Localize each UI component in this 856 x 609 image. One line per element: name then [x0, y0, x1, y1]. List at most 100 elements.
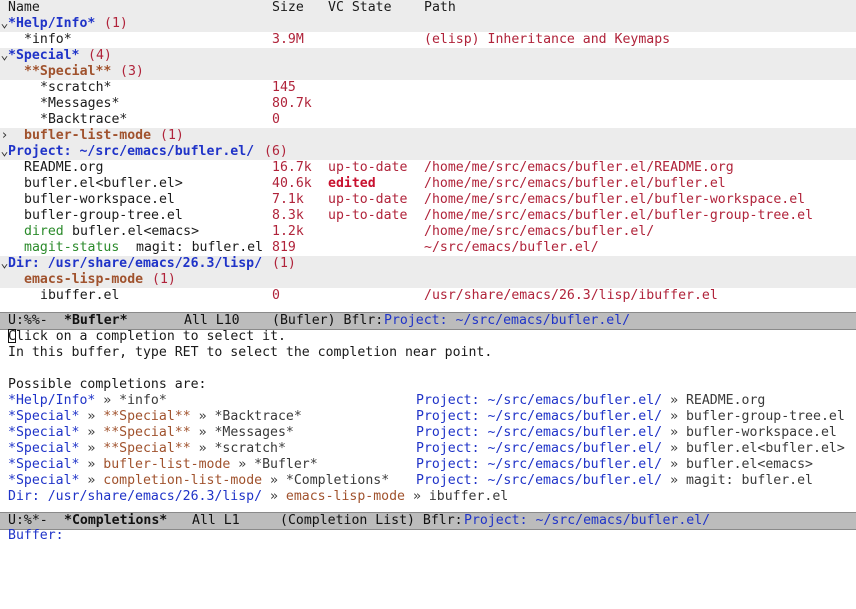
buffer-row[interactable]: bufler-workspace.el 7.1k up-to-date /hom… [0, 192, 856, 208]
column-vc-state-header[interactable]: VC State [328, 0, 392, 16]
completion-row: *Special* » bufler-list-mode » *Bufler* P… [0, 457, 856, 473]
completion-segment: *scratch* [214, 441, 286, 456]
subgroup-name: emacs-lisp-mode [24, 272, 144, 287]
path-separator: » [190, 425, 215, 440]
completion-segment: *Special* [8, 457, 80, 472]
buffer-row[interactable]: *Backtrace* 0 [0, 112, 856, 128]
group-row[interactable]: ⌄ Dir: /usr/share/emacs/26.3/lisp/ (1) [0, 256, 856, 272]
completion-row: *Special* » **Special** » *Messages* Proj… [0, 425, 856, 441]
buffer-path: /home/me/src/emacs/bufler.el/ [424, 224, 655, 239]
buffer-size: 7.1k [272, 192, 304, 207]
vc-state: up-to-date [328, 192, 408, 207]
completion-candidate[interactable]: *Special* » **Special** » *Messages* [8, 425, 294, 441]
mode-line-bufler[interactable]: U:%%- *Bufler* All L10 (Bufler) Bflr: Pr… [0, 312, 856, 330]
buffer-name: bufler-group-tree.el [24, 208, 183, 223]
group-count: (1) [104, 16, 128, 31]
buffer-size: 16.7k [272, 160, 312, 175]
completion-candidate[interactable]: Dir: /usr/share/emacs/26.3/lisp/ » emacs… [8, 489, 508, 505]
completion-segment: *Special* [8, 441, 80, 456]
column-name-header[interactable]: Name [8, 0, 40, 16]
completion-candidate[interactable]: Project: ~/src/emacs/bufler.el/ » bufler… [416, 457, 813, 473]
subgroup-name: bufler-list-mode [24, 128, 152, 143]
completion-candidate[interactable]: *Help/Info* » *info* [8, 393, 167, 409]
completion-segment: Project: ~/src/emacs/bufler.el/ [416, 425, 663, 440]
buffer-name: *Messages* [40, 96, 120, 111]
completion-candidate[interactable]: *Special* » **Special** » *Backtrace* [8, 409, 302, 425]
path-separator: » [662, 393, 686, 408]
possible-completions-label: Possible completions are: [0, 377, 856, 393]
completion-candidate[interactable]: Project: ~/src/emacs/bufler.el/ » bufler… [416, 441, 845, 457]
buffer-row[interactable]: *Messages* 80.7k [0, 96, 856, 112]
buffer-path: /home/me/src/emacs/bufler.el/bufler.el [424, 176, 726, 191]
path-separator: » [190, 441, 215, 456]
completion-segment: magit: bufler.el [685, 473, 814, 488]
buffer-row[interactable]: dired bufler.el<emacs> 1.2k /home/me/src… [0, 224, 856, 240]
vc-state: up-to-date [328, 208, 408, 223]
subgroup-row[interactable]: › bufler-list-mode (1) [0, 128, 856, 144]
completion-candidate[interactable]: Project: ~/src/emacs/bufler.el/ » bufler… [416, 425, 837, 441]
completion-candidate[interactable]: Project: ~/src/emacs/bufler.el/ » bufler… [416, 409, 845, 425]
completion-segment: *Backtrace* [214, 409, 302, 424]
path-separator: » [95, 393, 120, 408]
completion-segment: Project: ~/src/emacs/bufler.el/ [416, 393, 663, 408]
modeline-buffer-name[interactable]: *Completions* [64, 513, 167, 529]
subgroup-row[interactable]: emacs-lisp-mode (1) [0, 272, 856, 288]
completion-candidate[interactable]: Project: ~/src/emacs/bufler.el/ » README… [416, 393, 765, 409]
buffer-name: *Backtrace* [40, 112, 128, 127]
completion-candidate[interactable]: *Special* » bufler-list-mode » *Bufler* [8, 457, 318, 473]
buffer-size: 40.6k [272, 176, 312, 191]
buffer-path: /home/me/src/emacs/bufler.el/bufler-work… [424, 192, 806, 207]
modeline-project[interactable]: Project: ~/src/emacs/bufler.el/ [384, 313, 630, 329]
buffer-name: *info* [24, 32, 72, 47]
group-count: (4) [88, 48, 112, 63]
path-separator: » [79, 457, 104, 472]
group-row[interactable]: ⌄ *Help/Info* (1) [0, 16, 856, 32]
cursor-char: C [8, 329, 16, 344]
group-row[interactable]: ⌄ *Special* (4) [0, 48, 856, 64]
buffer-row[interactable]: magit-status magit: bufler.el 819 ~/src/… [0, 240, 856, 256]
completion-segment: *Special* [8, 409, 80, 424]
buffer-row[interactable]: bufler-group-tree.el 8.3k up-to-date /ho… [0, 208, 856, 224]
completion-segment: Project: ~/src/emacs/bufler.el/ [416, 457, 663, 472]
buffer-row[interactable]: ibuffer.el 0 /usr/share/emacs/26.3/lisp/… [0, 288, 856, 304]
minibuffer[interactable]: Buffer: [0, 528, 856, 544]
modeline-project[interactable]: Project: ~/src/emacs/bufler.el/ [464, 513, 710, 529]
path-separator: » [79, 473, 104, 488]
completion-segment: Project: ~/src/emacs/bufler.el/ [416, 473, 663, 488]
completion-segment: Project: ~/src/emacs/bufler.el/ [416, 441, 663, 456]
buffer-row[interactable]: *info* 3.9M (elisp) Inheritance and Keym… [0, 32, 856, 48]
completion-segment: ibuffer.el [428, 489, 509, 504]
buffer-row[interactable]: *scratch* 145 [0, 80, 856, 96]
modeline-position: All L10 [184, 313, 240, 328]
buffer-size: 80.7k [272, 96, 312, 111]
buffer-mode: magit-status [24, 240, 120, 255]
buffer-row[interactable]: README.org 16.7k up-to-date /home/me/src… [0, 160, 856, 176]
modeline-mode[interactable]: (Bufler) Bflr: [272, 313, 383, 329]
completion-candidate[interactable]: Project: ~/src/emacs/bufler.el/ » magit:… [416, 473, 813, 489]
completions-help-line-2: In this buffer, type RET to select the c… [0, 345, 856, 361]
completion-segment: **Special** [103, 409, 191, 424]
group-name: Dir: /usr/share/emacs/26.3/lisp/ [8, 256, 263, 271]
column-size-header[interactable]: Size [272, 0, 304, 16]
column-path-header[interactable]: Path [424, 0, 456, 16]
completion-candidate[interactable]: *Special* » completion-list-mode » *Comp… [8, 473, 389, 489]
subgroup-count: (1) [160, 128, 184, 143]
completions-help-line-1: C lick on a completion to select it. [0, 329, 856, 345]
subgroup-count: (3) [120, 64, 144, 79]
path-separator: » [262, 473, 286, 488]
buffer-name: magit: bufler.el [136, 240, 264, 255]
vc-state: up-to-date [328, 160, 408, 175]
path-separator: » [405, 489, 429, 504]
completion-row: *Special* » completion-list-mode » *Comp… [0, 473, 856, 489]
group-name: *Special* [8, 48, 80, 63]
modeline-buffer-name[interactable]: *Bufler* [64, 313, 128, 329]
completion-segment: *Messages* [214, 425, 294, 440]
subgroup-row[interactable]: **Special** (3) [0, 64, 856, 80]
modeline-mode[interactable]: (Completion List) Bflr: [280, 513, 463, 529]
subgroup-name: **Special** [24, 64, 112, 79]
buffer-row[interactable]: bufler.el<bufler.el> 40.6k edited /home/… [0, 176, 856, 192]
vc-state: edited [328, 176, 376, 191]
group-row[interactable]: ⌄ Project: ~/src/emacs/bufler.el/ (6) [0, 144, 856, 160]
fold-collapsed-icon[interactable]: › [0, 128, 9, 144]
completion-candidate[interactable]: *Special* » **Special** » *scratch* [8, 441, 286, 457]
